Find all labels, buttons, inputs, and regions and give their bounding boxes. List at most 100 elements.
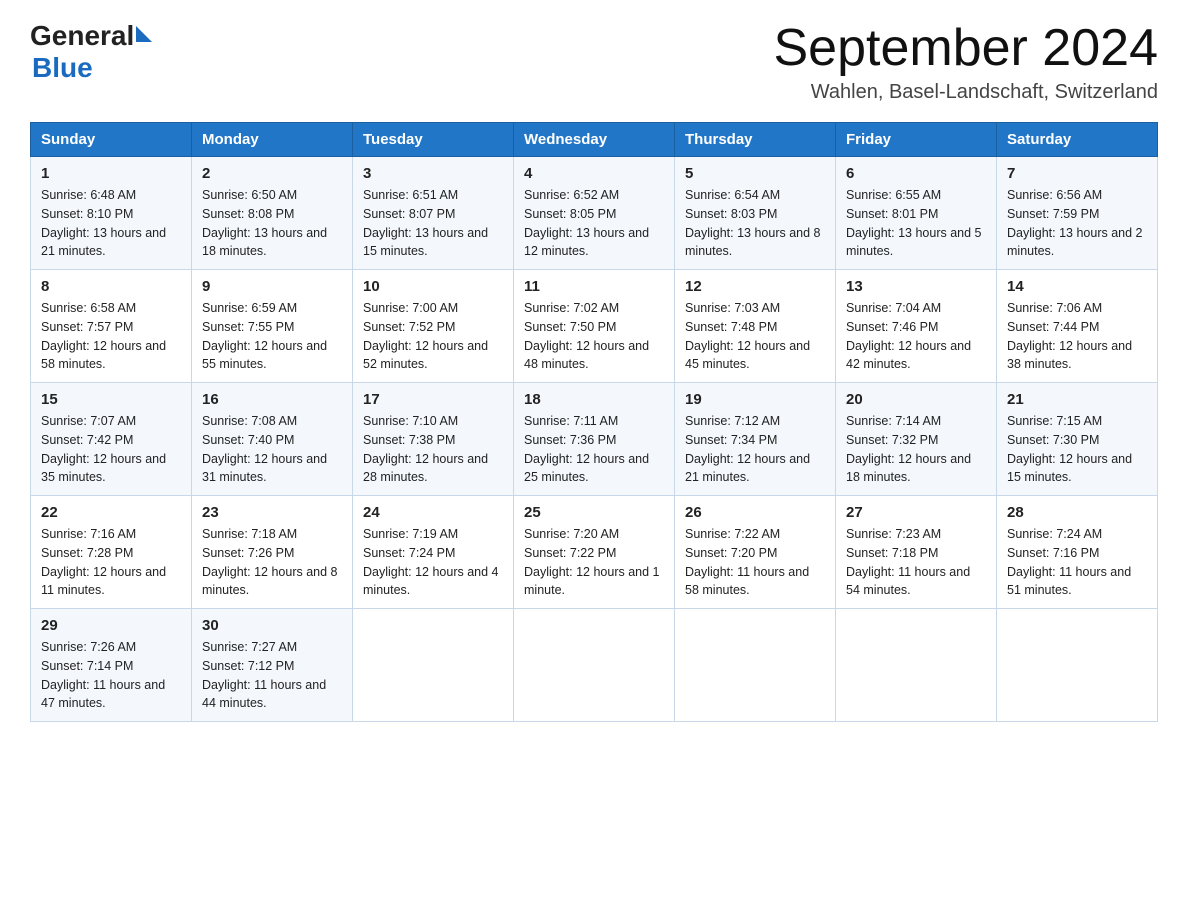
day-number: 11 <box>524 278 664 295</box>
day-number: 9 <box>202 278 342 295</box>
day-number: 27 <box>846 504 986 521</box>
day-info: Sunrise: 7:23 AMSunset: 7:18 PMDaylight:… <box>846 527 970 597</box>
day-number: 10 <box>363 278 503 295</box>
day-number: 7 <box>1007 165 1147 182</box>
table-row: 19 Sunrise: 7:12 AMSunset: 7:34 PMDaylig… <box>675 383 836 496</box>
day-info: Sunrise: 7:19 AMSunset: 7:24 PMDaylight:… <box>363 527 499 597</box>
day-number: 8 <box>41 278 181 295</box>
day-info: Sunrise: 7:27 AMSunset: 7:12 PMDaylight:… <box>202 640 326 710</box>
day-info: Sunrise: 7:16 AMSunset: 7:28 PMDaylight:… <box>41 527 166 597</box>
day-number: 28 <box>1007 504 1147 521</box>
day-info: Sunrise: 7:15 AMSunset: 7:30 PMDaylight:… <box>1007 414 1132 484</box>
day-number: 14 <box>1007 278 1147 295</box>
col-monday: Monday <box>192 123 353 157</box>
table-row: 23 Sunrise: 7:18 AMSunset: 7:26 PMDaylig… <box>192 496 353 609</box>
table-row: 5 Sunrise: 6:54 AMSunset: 8:03 PMDayligh… <box>675 157 836 270</box>
table-row: 14 Sunrise: 7:06 AMSunset: 7:44 PMDaylig… <box>997 270 1158 383</box>
table-row <box>997 609 1158 722</box>
day-number: 29 <box>41 617 181 634</box>
day-number: 2 <box>202 165 342 182</box>
day-info: Sunrise: 6:50 AMSunset: 8:08 PMDaylight:… <box>202 188 327 258</box>
table-row: 6 Sunrise: 6:55 AMSunset: 8:01 PMDayligh… <box>836 157 997 270</box>
day-info: Sunrise: 7:00 AMSunset: 7:52 PMDaylight:… <box>363 301 488 371</box>
table-row: 22 Sunrise: 7:16 AMSunset: 7:28 PMDaylig… <box>31 496 192 609</box>
table-row: 17 Sunrise: 7:10 AMSunset: 7:38 PMDaylig… <box>353 383 514 496</box>
table-row <box>514 609 675 722</box>
day-info: Sunrise: 6:58 AMSunset: 7:57 PMDaylight:… <box>41 301 166 371</box>
calendar-body: 1 Sunrise: 6:48 AMSunset: 8:10 PMDayligh… <box>31 157 1158 722</box>
day-info: Sunrise: 6:52 AMSunset: 8:05 PMDaylight:… <box>524 188 649 258</box>
day-number: 1 <box>41 165 181 182</box>
day-number: 6 <box>846 165 986 182</box>
table-row: 25 Sunrise: 7:20 AMSunset: 7:22 PMDaylig… <box>514 496 675 609</box>
table-row: 4 Sunrise: 6:52 AMSunset: 8:05 PMDayligh… <box>514 157 675 270</box>
table-row: 7 Sunrise: 6:56 AMSunset: 7:59 PMDayligh… <box>997 157 1158 270</box>
col-friday: Friday <box>836 123 997 157</box>
day-number: 22 <box>41 504 181 521</box>
table-row: 28 Sunrise: 7:24 AMSunset: 7:16 PMDaylig… <box>997 496 1158 609</box>
calendar-header: Sunday Monday Tuesday Wednesday Thursday… <box>31 123 1158 157</box>
day-info: Sunrise: 7:20 AMSunset: 7:22 PMDaylight:… <box>524 527 660 597</box>
table-row: 12 Sunrise: 7:03 AMSunset: 7:48 PMDaylig… <box>675 270 836 383</box>
table-row: 26 Sunrise: 7:22 AMSunset: 7:20 PMDaylig… <box>675 496 836 609</box>
day-info: Sunrise: 7:11 AMSunset: 7:36 PMDaylight:… <box>524 414 649 484</box>
table-row: 30 Sunrise: 7:27 AMSunset: 7:12 PMDaylig… <box>192 609 353 722</box>
day-number: 30 <box>202 617 342 634</box>
table-row <box>675 609 836 722</box>
logo-general-text: General <box>30 20 134 52</box>
table-row <box>836 609 997 722</box>
col-sunday: Sunday <box>31 123 192 157</box>
table-row: 9 Sunrise: 6:59 AMSunset: 7:55 PMDayligh… <box>192 270 353 383</box>
table-row: 27 Sunrise: 7:23 AMSunset: 7:18 PMDaylig… <box>836 496 997 609</box>
day-number: 4 <box>524 165 664 182</box>
table-row: 2 Sunrise: 6:50 AMSunset: 8:08 PMDayligh… <box>192 157 353 270</box>
table-row: 8 Sunrise: 6:58 AMSunset: 7:57 PMDayligh… <box>31 270 192 383</box>
day-number: 5 <box>685 165 825 182</box>
day-info: Sunrise: 7:22 AMSunset: 7:20 PMDaylight:… <box>685 527 809 597</box>
day-info: Sunrise: 7:02 AMSunset: 7:50 PMDaylight:… <box>524 301 649 371</box>
day-number: 15 <box>41 391 181 408</box>
table-row: 29 Sunrise: 7:26 AMSunset: 7:14 PMDaylig… <box>31 609 192 722</box>
day-info: Sunrise: 6:51 AMSunset: 8:07 PMDaylight:… <box>363 188 488 258</box>
col-thursday: Thursday <box>675 123 836 157</box>
day-info: Sunrise: 7:10 AMSunset: 7:38 PMDaylight:… <box>363 414 488 484</box>
day-info: Sunrise: 7:24 AMSunset: 7:16 PMDaylight:… <box>1007 527 1131 597</box>
table-row: 1 Sunrise: 6:48 AMSunset: 8:10 PMDayligh… <box>31 157 192 270</box>
day-number: 19 <box>685 391 825 408</box>
day-info: Sunrise: 7:07 AMSunset: 7:42 PMDaylight:… <box>41 414 166 484</box>
table-row: 11 Sunrise: 7:02 AMSunset: 7:50 PMDaylig… <box>514 270 675 383</box>
day-number: 25 <box>524 504 664 521</box>
logo-triangle-icon <box>136 26 152 42</box>
day-info: Sunrise: 7:18 AMSunset: 7:26 PMDaylight:… <box>202 527 338 597</box>
day-number: 23 <box>202 504 342 521</box>
day-info: Sunrise: 6:59 AMSunset: 7:55 PMDaylight:… <box>202 301 327 371</box>
location-subtitle: Wahlen, Basel-Landschaft, Switzerland <box>774 81 1159 104</box>
day-number: 18 <box>524 391 664 408</box>
day-info: Sunrise: 7:04 AMSunset: 7:46 PMDaylight:… <box>846 301 971 371</box>
table-row: 24 Sunrise: 7:19 AMSunset: 7:24 PMDaylig… <box>353 496 514 609</box>
day-number: 26 <box>685 504 825 521</box>
day-info: Sunrise: 7:12 AMSunset: 7:34 PMDaylight:… <box>685 414 810 484</box>
day-number: 20 <box>846 391 986 408</box>
table-row: 10 Sunrise: 7:00 AMSunset: 7:52 PMDaylig… <box>353 270 514 383</box>
day-info: Sunrise: 7:06 AMSunset: 7:44 PMDaylight:… <box>1007 301 1132 371</box>
day-info: Sunrise: 7:03 AMSunset: 7:48 PMDaylight:… <box>685 301 810 371</box>
col-saturday: Saturday <box>997 123 1158 157</box>
col-wednesday: Wednesday <box>514 123 675 157</box>
table-row: 16 Sunrise: 7:08 AMSunset: 7:40 PMDaylig… <box>192 383 353 496</box>
day-number: 13 <box>846 278 986 295</box>
day-info: Sunrise: 6:48 AMSunset: 8:10 PMDaylight:… <box>41 188 166 258</box>
calendar-table: Sunday Monday Tuesday Wednesday Thursday… <box>30 122 1158 722</box>
table-row <box>353 609 514 722</box>
logo-blue-text: Blue <box>32 52 93 84</box>
title-block: September 2024 Wahlen, Basel-Landschaft,… <box>774 20 1159 104</box>
day-info: Sunrise: 6:55 AMSunset: 8:01 PMDaylight:… <box>846 188 982 258</box>
day-info: Sunrise: 6:56 AMSunset: 7:59 PMDaylight:… <box>1007 188 1143 258</box>
day-info: Sunrise: 7:08 AMSunset: 7:40 PMDaylight:… <box>202 414 327 484</box>
day-number: 21 <box>1007 391 1147 408</box>
day-info: Sunrise: 7:14 AMSunset: 7:32 PMDaylight:… <box>846 414 971 484</box>
day-number: 12 <box>685 278 825 295</box>
col-tuesday: Tuesday <box>353 123 514 157</box>
table-row: 21 Sunrise: 7:15 AMSunset: 7:30 PMDaylig… <box>997 383 1158 496</box>
month-title: September 2024 <box>774 20 1159 77</box>
